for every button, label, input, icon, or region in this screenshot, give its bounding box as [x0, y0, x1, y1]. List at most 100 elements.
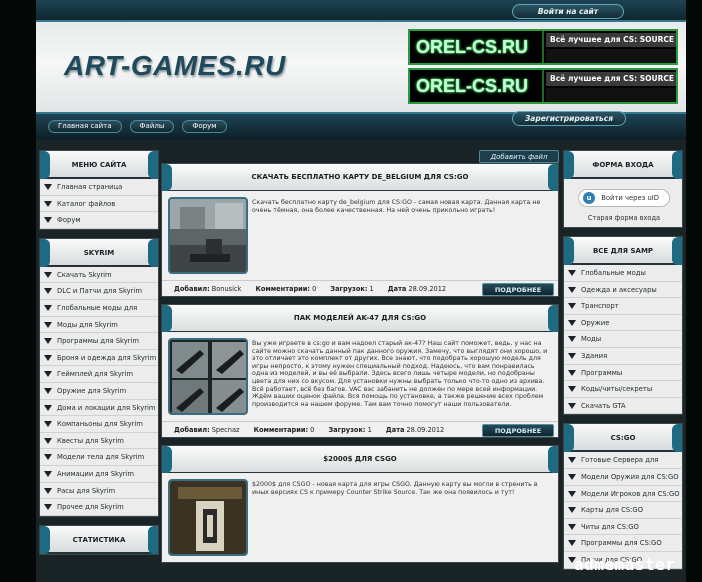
skyrim-item[interactable]: Квесты для Skyrim — [40, 433, 158, 450]
nav-files[interactable]: Файлы — [129, 120, 175, 133]
article-3: $2000$ для CSGO $2000$ для CSGO - новая … — [161, 445, 559, 563]
meta-downloads: 1 — [367, 426, 372, 434]
register-link[interactable]: Зарегистрироваться — [512, 111, 626, 126]
menu-item-catalog[interactable]: Каталог файлов — [40, 196, 158, 213]
meta-comments-label: Комментарии: — [255, 285, 311, 293]
uid-login-button[interactable]: u Войти через uID — [578, 189, 670, 207]
samp-item-label: Транспорт — [581, 302, 619, 311]
nav-forum[interactable]: Форум — [182, 120, 227, 133]
more-button[interactable]: ПОДРОБНЕЕ — [482, 283, 554, 296]
map-2000-image — [170, 481, 246, 554]
csgo-item[interactable]: Программы для CS:GO — [564, 535, 682, 552]
login-body: u Войти через uID Старая форма входа — [564, 179, 682, 227]
meta-date-label: Дата — [385, 426, 405, 434]
meta-date: 28.09.2012 — [406, 426, 445, 434]
csgo-item[interactable]: Модели Оружия для CS:GO — [564, 469, 682, 486]
meta-author[interactable]: Bonusick — [212, 285, 242, 293]
skyrim-item[interactable]: Скачать Skyrim — [40, 267, 158, 284]
article-thumbnail[interactable] — [168, 338, 248, 415]
meta-downloads-label: Загрузок: — [328, 426, 366, 434]
menu-item-home[interactable]: Главная страница — [40, 179, 158, 196]
skyrim-item[interactable]: Прочее для Skyrim — [40, 499, 158, 516]
csgo-item[interactable]: Читы для CS:GO — [564, 519, 682, 536]
samp-item[interactable]: Коды/читы/секреты — [564, 381, 682, 398]
csgo-item[interactable]: Карты для CS:GO — [564, 502, 682, 519]
triangle-bullet-icon — [568, 457, 576, 464]
samp-item-label: Одежда и аксесуары — [581, 285, 657, 294]
csgo-item[interactable]: Готовые Сервера для — [564, 452, 682, 469]
article-title[interactable]: $2000$ для CSGO — [162, 446, 558, 473]
article-body: Вы уже играете в cs:go и вам надоел стар… — [162, 332, 558, 421]
skyrim-item[interactable]: Глобальные моды для — [40, 300, 158, 317]
triangle-bullet-icon — [44, 288, 52, 295]
banner-strip — [546, 88, 676, 102]
triangle-bullet-icon — [44, 504, 52, 511]
banner-ad-2[interactable]: OREL-CS.RU Всё лучшее для CS: SOURCE — [408, 68, 678, 104]
skyrim-item[interactable]: Компаньоны для Skyrim — [40, 416, 158, 433]
triangle-bullet-icon — [568, 352, 576, 359]
banner-ad-1[interactable]: OREL-CS.RU Всё лучшее для CS: SOURCE — [408, 29, 678, 65]
site-wrapper: Войти на сайт ART-GAMES.RU OREL-CS.RU Вс… — [36, 0, 686, 582]
menu-item-label: Главная страница — [57, 183, 123, 191]
samp-item[interactable]: Глобальные моды — [564, 265, 682, 282]
article-thumbnail[interactable] — [168, 479, 248, 556]
samp-item[interactable]: Программы — [564, 365, 682, 382]
skyrim-item-label: Модели тела для Skyrim — [57, 453, 145, 462]
meta-comments-label: Комментарии: — [253, 426, 309, 434]
banner-name: OREL-CS.RU — [416, 37, 528, 57]
skyrim-item[interactable]: Оружие для Skyrim — [40, 383, 158, 400]
skyrim-item[interactable]: DLC и Патчи для Skyrim — [40, 283, 158, 300]
skyrim-item-label: Моды для Skyrim — [57, 320, 118, 329]
meta-author-label: Добавил: — [174, 426, 210, 434]
login-box: Форма входа u Войти через uID Старая фор… — [563, 150, 683, 228]
menu-item-forum[interactable]: Форум — [40, 212, 158, 229]
skyrim-item[interactable]: Дома и локации для Skyrim — [40, 400, 158, 417]
stats-title: Статистика — [40, 525, 158, 554]
article-title[interactable]: Скачать бесплатно карту de_belgium для C… — [162, 164, 558, 191]
samp-item[interactable]: Оружие — [564, 315, 682, 332]
article-meta: Добавил: Specnaz Комментарии: 0 Загрузок: 1… — [162, 421, 558, 437]
triangle-bullet-icon — [44, 271, 52, 278]
uid-icon: u — [583, 192, 595, 204]
triangle-bullet-icon — [44, 338, 52, 345]
add-file-button[interactable]: Добавить файл — [479, 150, 559, 163]
skyrim-item-label: Программы для Skyrim — [57, 337, 140, 346]
nav-home[interactable]: Главная сайта — [48, 120, 122, 133]
login-link[interactable]: Войти на сайт — [512, 4, 624, 19]
triangle-bullet-icon — [568, 402, 576, 409]
more-button[interactable]: ПОДРОБНЕЕ — [482, 424, 554, 437]
main-toolbar: Добавить файл — [161, 150, 559, 163]
triangle-bullet-icon — [568, 286, 576, 293]
triangle-bullet-icon — [568, 473, 576, 480]
site-logo[interactable]: ART-GAMES.RU — [64, 50, 286, 82]
skyrim-item-label: Броня и одежда для Skyrim — [57, 353, 157, 362]
csgo-item[interactable]: Модели Игроков для CS:GO — [564, 486, 682, 503]
skyrim-item-label: DLC и Патчи для Skyrim — [57, 287, 142, 296]
article-1: Скачать бесплатно карту de_belgium для C… — [161, 163, 559, 297]
triangle-bullet-icon — [568, 507, 576, 514]
skyrim-item-label: Глобальные моды для — [57, 303, 138, 312]
article-title[interactable]: Пак моделей AK-47 для CS:GO — [162, 305, 558, 332]
samp-item[interactable]: Моды — [564, 331, 682, 348]
skyrim-item[interactable]: Моды для Skyrim — [40, 317, 158, 334]
samp-item[interactable]: Транспорт — [564, 298, 682, 315]
article-excerpt: Вы уже играете в cs:go и вам надоел стар… — [252, 340, 548, 408]
samp-item[interactable]: Скачать GTA — [564, 398, 682, 415]
skyrim-item[interactable]: Программы для Skyrim — [40, 333, 158, 350]
old-login-link[interactable]: Старая форма входа — [564, 214, 684, 222]
meta-downloads-label: Загрузок: — [330, 285, 368, 293]
meta-comments: 0 — [312, 285, 317, 293]
samp-item[interactable]: Одежда и аксесуары — [564, 282, 682, 299]
article-thumbnail[interactable] — [168, 197, 248, 274]
skyrim-item[interactable]: Расы для Skyrim — [40, 483, 158, 500]
skyrim-box: SKYRIM Скачать Skyrim DLC и Патчи для Sky… — [39, 237, 159, 517]
triangle-bullet-icon — [44, 437, 52, 444]
skyrim-item[interactable]: Модели тела для Skyrim — [40, 449, 158, 466]
samp-item[interactable]: Здания — [564, 348, 682, 365]
banner-tagline: Всё лучшее для CS: SOURCE — [546, 33, 676, 47]
meta-author[interactable]: Specnaz — [212, 426, 240, 434]
skyrim-item[interactable]: Геймплей для Skyrim — [40, 366, 158, 383]
skyrim-item[interactable]: Анимации для Skyrim — [40, 466, 158, 483]
skyrim-item[interactable]: Броня и одежда для Skyrim — [40, 350, 158, 367]
triangle-bullet-icon — [568, 386, 576, 393]
